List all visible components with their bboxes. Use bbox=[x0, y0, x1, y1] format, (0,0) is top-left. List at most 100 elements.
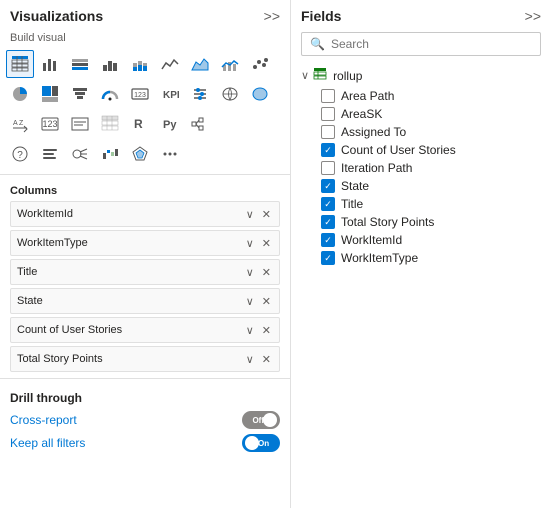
column-chart-icon[interactable] bbox=[96, 50, 124, 78]
column-label-workitemtype: WorkItemType bbox=[17, 237, 244, 249]
search-icon: 🔍 bbox=[310, 37, 325, 51]
tree-item-total-story-points[interactable]: Total Story Points bbox=[317, 213, 545, 231]
decomp-tree-icon[interactable] bbox=[186, 110, 214, 138]
left-panel-header: Visualizations >> bbox=[0, 0, 290, 28]
tree-items: Area Path AreaSK Assigned To Count of Us… bbox=[317, 87, 545, 267]
checkbox-count-user-stories[interactable] bbox=[321, 143, 335, 157]
column-remove-icon[interactable]: ✕ bbox=[260, 207, 273, 222]
checkbox-title[interactable] bbox=[321, 197, 335, 211]
checkbox-iteration-path[interactable] bbox=[321, 161, 335, 175]
checkbox-assigned-to[interactable] bbox=[321, 125, 335, 139]
combo-chart-icon[interactable] bbox=[216, 50, 244, 78]
column-remove-icon-3[interactable]: ✕ bbox=[260, 265, 273, 280]
column-item-title[interactable]: Title ∨ ✕ bbox=[10, 259, 280, 285]
fields-expand-icon[interactable]: >> bbox=[525, 8, 541, 24]
keep-filters-label[interactable]: Keep all filters bbox=[10, 436, 85, 450]
kpi-icon[interactable]: KPI bbox=[156, 80, 184, 108]
column-expand-icon-3[interactable]: ∨ bbox=[244, 265, 256, 280]
tree-item-state[interactable]: State bbox=[317, 177, 545, 195]
area-chart-icon[interactable] bbox=[186, 50, 214, 78]
tree-item-count-user-stories[interactable]: Count of User Stories bbox=[317, 141, 545, 159]
vis-icon-row-1 bbox=[6, 50, 284, 78]
smart-narrative-icon[interactable] bbox=[36, 140, 64, 168]
shape-map-icon[interactable] bbox=[126, 140, 154, 168]
az-sort-icon[interactable]: AZ bbox=[6, 110, 34, 138]
svg-text:?: ? bbox=[17, 150, 23, 161]
vis-icon-row-4: ? bbox=[6, 140, 284, 168]
map-icon[interactable] bbox=[216, 80, 244, 108]
tree-item-area-path[interactable]: Area Path bbox=[317, 87, 545, 105]
vis-icon-row-3: AZ 123 R Py bbox=[6, 110, 284, 138]
column-item-count-user-stories[interactable]: Count of User Stories ∨ ✕ bbox=[10, 317, 280, 343]
python-icon[interactable]: Py bbox=[156, 110, 184, 138]
cross-report-label[interactable]: Cross-report bbox=[10, 413, 77, 427]
column-icons-workitemid: ∨ ✕ bbox=[244, 207, 273, 222]
svg-text:Z: Z bbox=[19, 120, 24, 127]
stacked-bar-icon[interactable] bbox=[66, 50, 94, 78]
waterfall-icon[interactable] bbox=[96, 140, 124, 168]
checkbox-workitemtype[interactable] bbox=[321, 251, 335, 265]
checkbox-workitemid[interactable] bbox=[321, 233, 335, 247]
tree-group-rollup[interactable]: ∨ rollup bbox=[297, 64, 545, 87]
column-item-workitemtype[interactable]: WorkItemType ∨ ✕ bbox=[10, 230, 280, 256]
matrix-icon[interactable] bbox=[96, 110, 124, 138]
column-expand-icon-5[interactable]: ∨ bbox=[244, 323, 256, 338]
number-card-icon[interactable]: 123 bbox=[36, 110, 64, 138]
tree-item-areask[interactable]: AreaSK bbox=[317, 105, 545, 123]
text-box-icon[interactable] bbox=[66, 110, 94, 138]
keep-filters-toggle-text: On bbox=[258, 439, 269, 448]
treemap-icon[interactable] bbox=[36, 80, 64, 108]
divider-1 bbox=[0, 174, 290, 175]
table-icon[interactable] bbox=[6, 50, 34, 78]
column-label-count-user-stories: Count of User Stories bbox=[17, 324, 244, 336]
pie-chart-icon[interactable] bbox=[6, 80, 34, 108]
cross-report-toggle[interactable]: Off bbox=[242, 411, 280, 429]
bar-chart-icon[interactable] bbox=[36, 50, 64, 78]
tree-item-label-count-user-stories: Count of User Stories bbox=[341, 143, 456, 157]
slicer-icon[interactable] bbox=[186, 80, 214, 108]
tree-item-workitemtype[interactable]: WorkItemType bbox=[317, 249, 545, 267]
r-script-icon[interactable]: R bbox=[126, 110, 154, 138]
filled-map-icon[interactable] bbox=[246, 80, 274, 108]
svg-text:R: R bbox=[134, 117, 143, 131]
tree-item-iteration-path[interactable]: Iteration Path bbox=[317, 159, 545, 177]
card-icon[interactable]: 123 bbox=[126, 80, 154, 108]
column-item-total-story-points[interactable]: Total Story Points ∨ ✕ bbox=[10, 346, 280, 372]
column-expand-icon-2[interactable]: ∨ bbox=[244, 236, 256, 251]
more-icon[interactable] bbox=[156, 140, 184, 168]
tree-item-title[interactable]: Title bbox=[317, 195, 545, 213]
line-chart-icon[interactable] bbox=[156, 50, 184, 78]
visualizations-title: Visualizations bbox=[10, 8, 103, 24]
column-remove-icon-4[interactable]: ✕ bbox=[260, 294, 273, 309]
qa-icon[interactable]: ? bbox=[6, 140, 34, 168]
search-box[interactable]: 🔍 bbox=[301, 32, 541, 56]
checkbox-area-path[interactable] bbox=[321, 89, 335, 103]
column-remove-icon-5[interactable]: ✕ bbox=[260, 323, 273, 338]
column-item-workitemid[interactable]: WorkItemId ∨ ✕ bbox=[10, 201, 280, 227]
funnel-icon[interactable] bbox=[66, 80, 94, 108]
svg-text:123: 123 bbox=[134, 92, 146, 99]
tree-item-label-state: State bbox=[341, 179, 369, 193]
drill-row-keep-filters: Keep all filters On bbox=[10, 434, 280, 452]
column-expand-icon-6[interactable]: ∨ bbox=[244, 352, 256, 367]
tree-item-assigned-to[interactable]: Assigned To bbox=[317, 123, 545, 141]
column-remove-icon-2[interactable]: ✕ bbox=[260, 236, 273, 251]
column-item-state[interactable]: State ∨ ✕ bbox=[10, 288, 280, 314]
column-remove-icon-6[interactable]: ✕ bbox=[260, 352, 273, 367]
fields-tree: ∨ rollup Area Path AreaSK Assigned To C bbox=[291, 64, 551, 508]
tree-group-label: rollup bbox=[333, 69, 362, 83]
column-expand-icon[interactable]: ∨ bbox=[244, 207, 256, 222]
visualizations-expand-icon[interactable]: >> bbox=[264, 8, 280, 24]
key-influencers-icon[interactable] bbox=[66, 140, 94, 168]
search-input[interactable] bbox=[331, 37, 532, 51]
checkbox-state[interactable] bbox=[321, 179, 335, 193]
checkbox-total-story-points[interactable] bbox=[321, 215, 335, 229]
stacked-col-icon[interactable] bbox=[126, 50, 154, 78]
column-icons-total: ∨ ✕ bbox=[244, 352, 273, 367]
scatter-icon[interactable] bbox=[246, 50, 274, 78]
checkbox-areask[interactable] bbox=[321, 107, 335, 121]
gauge-icon[interactable] bbox=[96, 80, 124, 108]
tree-item-workitemid[interactable]: WorkItemId bbox=[317, 231, 545, 249]
column-expand-icon-4[interactable]: ∨ bbox=[244, 294, 256, 309]
keep-filters-toggle[interactable]: On bbox=[242, 434, 280, 452]
